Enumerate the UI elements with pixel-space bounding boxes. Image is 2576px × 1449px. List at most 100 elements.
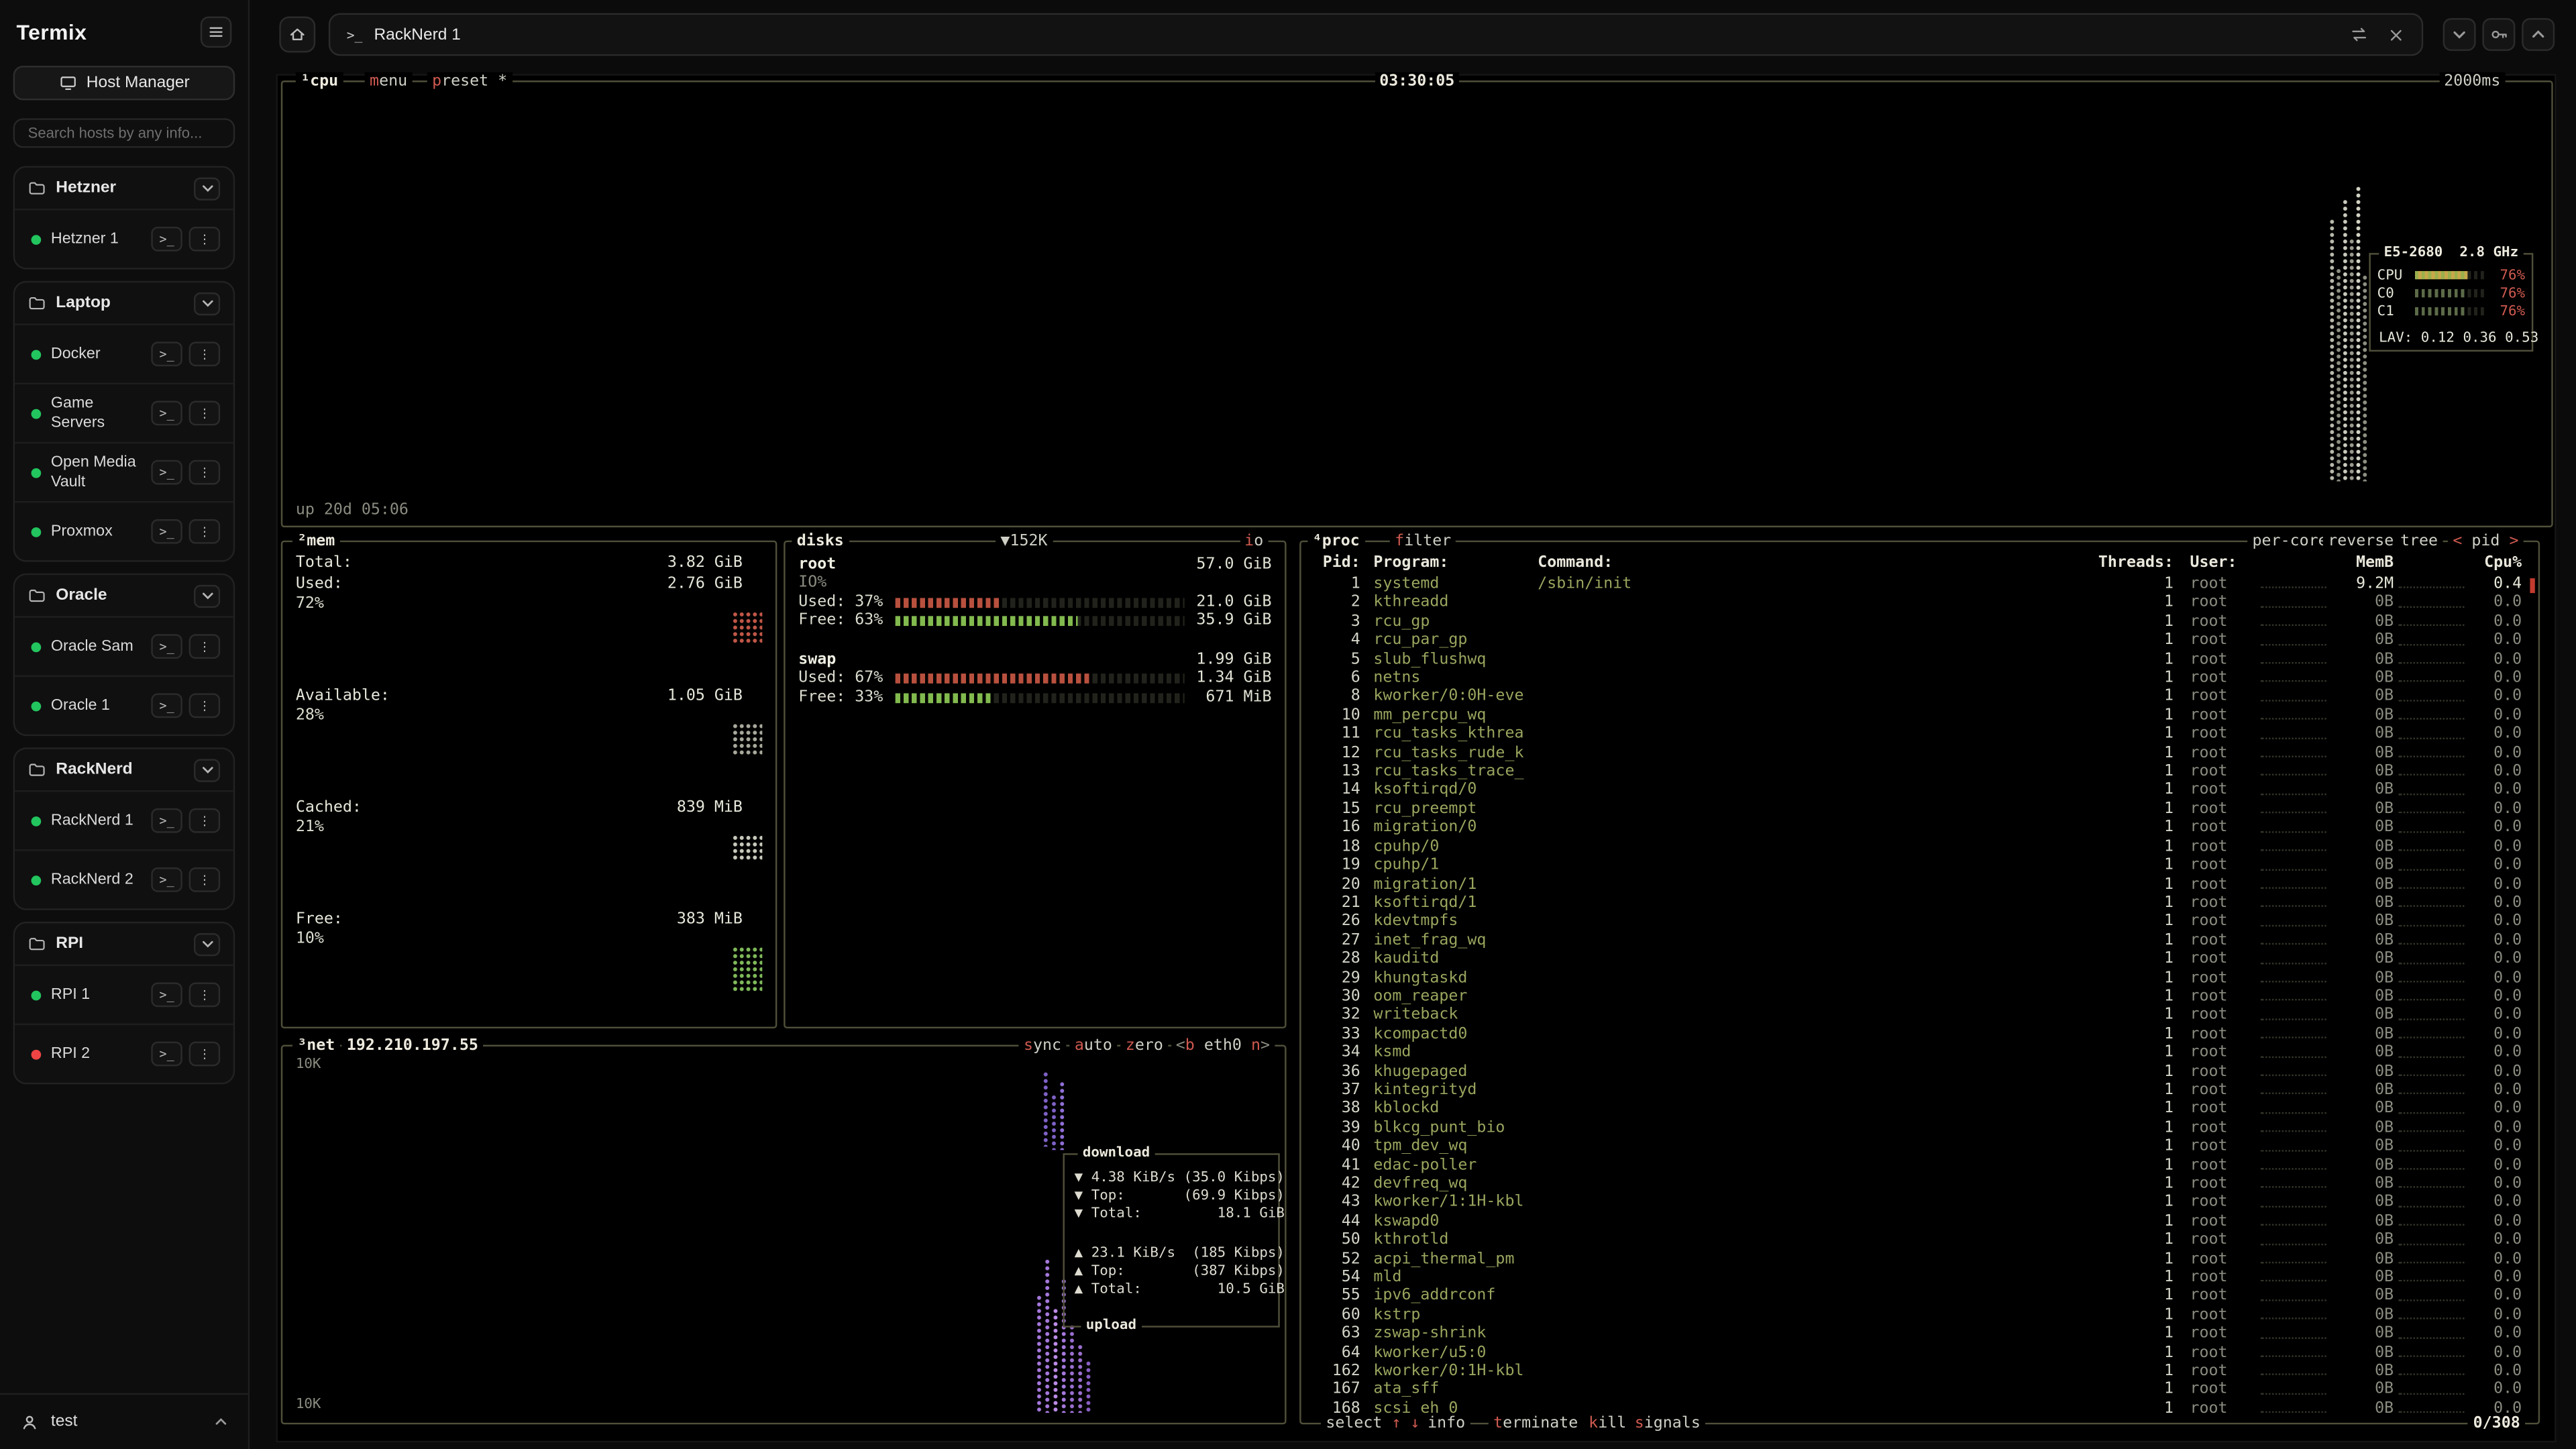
process-row[interactable]: 40tpm_dev_wq1root0B0.0	[1301, 1137, 2535, 1156]
process-row[interactable]: 63zswap-shrink1root0B0.0	[1301, 1324, 2535, 1343]
col-command[interactable]: Command:	[1525, 553, 2098, 572]
reverse-toggle[interactable]: reverse	[2323, 532, 2399, 550]
process-row[interactable]: 43kworker/1:1H-kbl1root0B0.0	[1301, 1193, 2535, 1212]
col-user[interactable]: User:	[2174, 553, 2255, 572]
ssh-keys-button[interactable]	[2482, 18, 2515, 51]
process-row[interactable]: 33kcompactd01root0B0.0	[1301, 1025, 2535, 1044]
process-row[interactable]: 4rcu_par_gp1root0B0.0	[1301, 631, 2535, 650]
host-item[interactable]: Docker>_⋮	[15, 323, 233, 382]
process-row[interactable]: 19cpuhp/11root0B0.0	[1301, 856, 2535, 875]
host-search-input[interactable]	[13, 118, 235, 148]
host-menu-button[interactable]: ⋮	[189, 808, 221, 833]
process-row[interactable]: 12rcu_tasks_rude_k1root0B0.0	[1301, 744, 2535, 763]
host-item[interactable]: Game Servers>_⋮	[15, 383, 233, 442]
process-row[interactable]: 8kworker/0:0H-eve1root0B0.0	[1301, 688, 2535, 706]
io-mode-toggle[interactable]: io	[1240, 532, 1269, 550]
host-menu-button[interactable]: ⋮	[189, 693, 221, 718]
terminal[interactable]: ¹cpu menu preset * 03:30:05 2000ms E5-26…	[276, 74, 2556, 1442]
host-group-header[interactable]: Oracle	[15, 575, 233, 616]
process-row[interactable]: 167ata_sff1root0B0.0	[1301, 1381, 2535, 1399]
process-row[interactable]: 60kstrp1root0B0.0	[1301, 1306, 2535, 1325]
process-row[interactable]: 14ksoftirqd/01root0B0.0	[1301, 781, 2535, 800]
connect-terminal-button[interactable]: >_	[151, 1042, 182, 1067]
sort-selector[interactable]: < pid >	[2448, 532, 2524, 550]
process-row[interactable]: 34ksmd1root0B0.0	[1301, 1043, 2535, 1062]
col-program[interactable]: Program:	[1360, 553, 1525, 572]
connect-terminal-button[interactable]: >_	[151, 401, 182, 426]
chevron-down-icon[interactable]	[194, 292, 220, 315]
process-row[interactable]: 10mm_percpu_wq1root0B0.0	[1301, 706, 2535, 725]
process-row[interactable]: 15rcu_preempt1root0B0.0	[1301, 800, 2535, 818]
process-row[interactable]: 50kthrotld1root0B0.0	[1301, 1231, 2535, 1250]
process-row[interactable]: 5slub_flushwq1root0B0.0	[1301, 650, 2535, 669]
process-row[interactable]: 44kswapd01root0B0.0	[1301, 1212, 2535, 1231]
process-row[interactable]: 20migration/11root0B0.0	[1301, 875, 2535, 894]
sort-prev-icon[interactable]: <	[2453, 532, 2462, 550]
host-item[interactable]: Oracle 1>_⋮	[15, 676, 233, 735]
host-group-header[interactable]: RPI	[15, 923, 233, 964]
chevron-down-icon[interactable]	[194, 176, 220, 199]
connect-terminal-button[interactable]: >_	[151, 634, 182, 659]
tree-toggle[interactable]: tree	[2396, 532, 2443, 550]
process-row[interactable]: 21ksoftirqd/11root0B0.0	[1301, 894, 2535, 912]
process-row[interactable]: 39blkcg_punt_bio1root0B0.0	[1301, 1118, 2535, 1137]
host-menu-button[interactable]: ⋮	[189, 227, 221, 252]
host-item[interactable]: RackNerd 2>_⋮	[15, 849, 233, 908]
process-row[interactable]: 13rcu_tasks_trace_1root0B0.0	[1301, 762, 2535, 781]
process-row[interactable]: 162kworker/0:1H-kbl1root0B0.0	[1301, 1362, 2535, 1381]
select-hint[interactable]: select ↑ ↓	[1321, 1415, 1425, 1433]
host-menu-button[interactable]: ⋮	[189, 401, 221, 426]
scroll-top-button[interactable]	[2522, 18, 2555, 51]
swap-panes-icon[interactable]	[2349, 25, 2369, 44]
col-threads[interactable]: Threads:	[2098, 553, 2174, 572]
process-row[interactable]: 64kworker/u5:01root0B0.0	[1301, 1343, 2535, 1362]
process-row[interactable]: 54mld1root0B0.0	[1301, 1269, 2535, 1287]
chevron-down-icon[interactable]	[194, 584, 220, 607]
host-group-header[interactable]: Hetzner	[15, 168, 233, 209]
process-row[interactable]: 16migration/01root0B0.0	[1301, 818, 2535, 837]
host-menu-button[interactable]: ⋮	[189, 634, 221, 659]
host-item[interactable]: Proxmox>_⋮	[15, 501, 233, 560]
process-row[interactable]: 42devfreq_wq1root0B0.0	[1301, 1175, 2535, 1193]
filter-button[interactable]: filter	[1390, 532, 1456, 550]
host-item[interactable]: Hetzner 1>_⋮	[15, 209, 233, 268]
connect-terminal-button[interactable]: >_	[151, 227, 182, 252]
process-row[interactable]: 3rcu_gp1root0B0.0	[1301, 612, 2535, 631]
host-menu-button[interactable]: ⋮	[189, 460, 221, 485]
connect-terminal-button[interactable]: >_	[151, 982, 182, 1007]
process-row[interactable]: 1systemd/sbin/init1root9.2M0.4	[1301, 575, 2535, 594]
signals-button[interactable]: signals	[1629, 1415, 1705, 1433]
host-group-header[interactable]: RackNerd	[15, 749, 233, 790]
chevron-up-icon[interactable]	[213, 1415, 228, 1430]
host-menu-button[interactable]: ⋮	[189, 982, 221, 1007]
col-mem[interactable]: MemB	[2331, 553, 2394, 572]
process-row[interactable]: 52acpi_thermal_pm1root0B0.0	[1301, 1250, 2535, 1269]
process-row[interactable]: 37kintegrityd1root0B0.0	[1301, 1081, 2535, 1099]
process-row[interactable]: 32writeback1root0B0.0	[1301, 1006, 2535, 1025]
host-item[interactable]: RPI 2>_⋮	[15, 1024, 233, 1083]
host-item[interactable]: Oracle Sam>_⋮	[15, 616, 233, 675]
process-row[interactable]: 36khugepaged1root0B0.0	[1301, 1062, 2535, 1081]
process-row[interactable]: 41edac-poller1root0B0.0	[1301, 1156, 2535, 1175]
process-row[interactable]: 38kblockd1root0B0.0	[1301, 1099, 2535, 1118]
terminate-button[interactable]: terminate	[1489, 1415, 1583, 1433]
connect-terminal-button[interactable]: >_	[151, 808, 182, 833]
process-row[interactable]: 2kthreadd1root0B0.0	[1301, 594, 2535, 612]
host-menu-button[interactable]: ⋮	[189, 341, 221, 366]
kill-button[interactable]: kill	[1584, 1415, 1631, 1433]
host-menu-button[interactable]: ⋮	[189, 1042, 221, 1067]
process-row[interactable]: 6netns1root0B0.0	[1301, 669, 2535, 688]
per-core-toggle[interactable]: per-core	[2247, 532, 2332, 550]
sidebar-menu-button[interactable]	[201, 15, 232, 47]
tab-active[interactable]: >_ RackNerd 1	[329, 13, 2423, 56]
host-item[interactable]: RackNerd 1>_⋮	[15, 790, 233, 849]
home-button[interactable]	[279, 16, 315, 52]
process-row[interactable]: 55ipv6_addrconf1root0B0.0	[1301, 1287, 2535, 1306]
connect-terminal-button[interactable]: >_	[151, 460, 182, 485]
col-cpu[interactable]: Cpu%	[2469, 553, 2522, 572]
sort-next-icon[interactable]: >	[2510, 532, 2519, 550]
connect-terminal-button[interactable]: >_	[151, 519, 182, 544]
process-row[interactable]: 30oom_reaper1root0B0.0	[1301, 987, 2535, 1006]
process-row[interactable]: 11rcu_tasks_kthrea1root0B0.0	[1301, 725, 2535, 744]
host-menu-button[interactable]: ⋮	[189, 519, 221, 544]
